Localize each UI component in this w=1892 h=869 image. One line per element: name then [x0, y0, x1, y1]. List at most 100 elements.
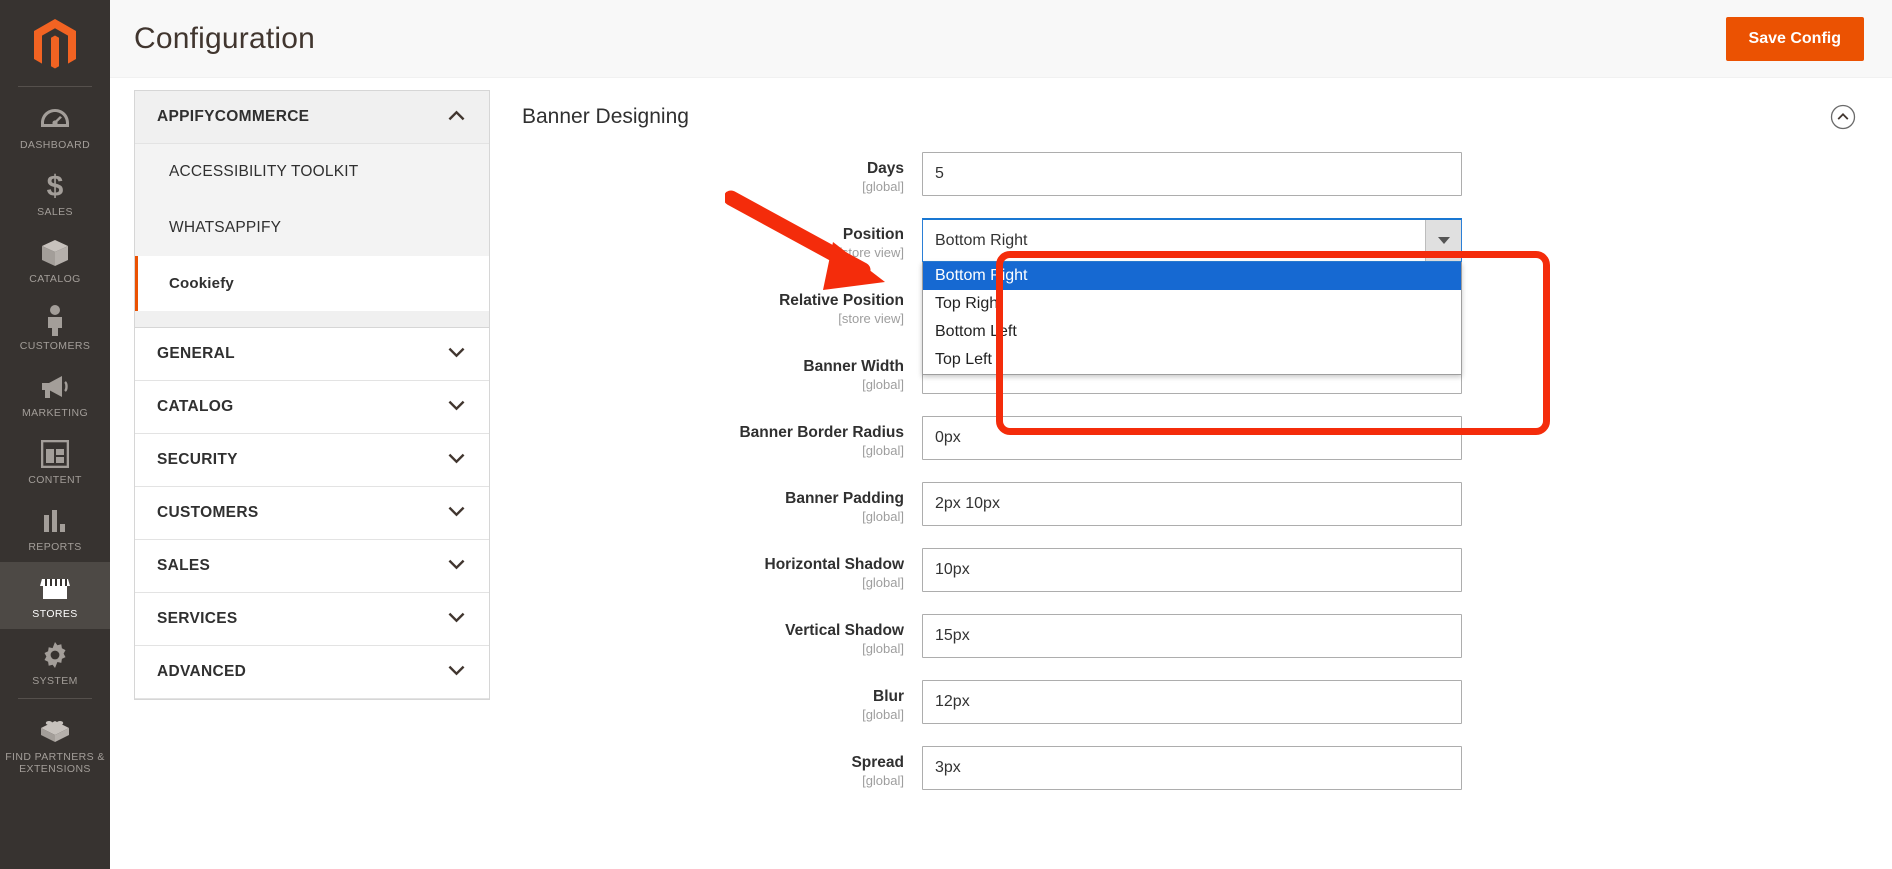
vertical-shadow-input[interactable]: [922, 614, 1462, 658]
nav-header-label: SECURITY: [157, 451, 238, 468]
scope-text: [global]: [862, 575, 904, 590]
nav-header-security[interactable]: SECURITY: [135, 434, 489, 487]
save-config-button[interactable]: Save Config: [1725, 16, 1864, 61]
position-option-bottom-left[interactable]: Bottom Left: [923, 318, 1461, 346]
nav-header-services[interactable]: SERVICES: [135, 593, 489, 646]
nav-group-general: GENERAL CATALOG SECURITY CUSTOMERS SALES…: [134, 327, 490, 700]
scope-text: [store view]: [838, 311, 904, 326]
banner-designing-panel: Banner Designing Days [global] 5 Positio…: [490, 90, 1892, 869]
position-option-top-right[interactable]: Top Right: [923, 290, 1461, 318]
field-label-banner-border-radius: Banner Border Radius [global]: [522, 416, 922, 459]
nav-item-whatsappify[interactable]: WHATSAPPIFY: [135, 200, 489, 256]
position-selected-value: Bottom Right: [935, 231, 1028, 249]
sidebar-item-label: MARKETING: [21, 407, 89, 419]
bar-chart-icon: [42, 505, 68, 537]
scope-text: [global]: [862, 509, 904, 524]
gear-icon: [41, 639, 69, 671]
nav-header-sales[interactable]: SALES: [135, 540, 489, 593]
magento-admin-configuration-page: DASHBOARD $ SALES CATALOG CUSTOMERS MARK…: [0, 0, 1892, 869]
sidebar-item-marketing[interactable]: MARKETING: [0, 361, 110, 428]
nav-item-label: WHATSAPPIFY: [169, 219, 282, 236]
scope-text: [store view]: [838, 245, 904, 260]
field-control-horizontal-shadow: [922, 548, 1462, 592]
rail-divider-bottom: [18, 698, 92, 699]
chevron-down-icon: [448, 663, 465, 681]
nav-header-general[interactable]: GENERAL: [135, 328, 489, 381]
sidebar-item-system[interactable]: SYSTEM: [0, 629, 110, 696]
banner-border-radius-input[interactable]: [922, 416, 1462, 460]
sidebar-item-reports[interactable]: REPORTS: [0, 495, 110, 562]
chevron-up-icon: [448, 108, 465, 126]
person-icon: [44, 304, 66, 336]
label-text: Position: [842, 226, 904, 243]
field-control-vertical-shadow: [922, 614, 1462, 658]
field-control-banner-padding: [922, 482, 1462, 526]
field-control-days: [922, 152, 1462, 196]
section-title: Banner Designing: [522, 105, 689, 128]
nav-item-label: Cookiefy: [169, 275, 234, 292]
label-text: Blur: [873, 688, 904, 705]
sidebar-item-sales[interactable]: $ SALES: [0, 160, 110, 227]
chevron-down-icon: [448, 610, 465, 628]
nav-header-label: CUSTOMERS: [157, 504, 259, 521]
label-text: Horizontal Shadow: [764, 556, 905, 573]
sidebar-item-label: CATALOG: [29, 273, 81, 285]
spread-input[interactable]: [922, 746, 1462, 790]
nav-header-appifycommerce[interactable]: APPIFYCOMMERCE: [135, 91, 489, 144]
label-text: Banner Border Radius: [739, 424, 904, 441]
scope-text: [global]: [862, 377, 904, 392]
field-label-spread: Spread [global]: [522, 746, 922, 789]
nav-header-customers[interactable]: CUSTOMERS: [135, 487, 489, 540]
position-select[interactable]: Bottom Right Bottom Right Top Right Bott…: [922, 218, 1462, 375]
chevron-up-circle-icon[interactable]: [1830, 104, 1856, 130]
scope-text: [global]: [862, 443, 904, 458]
field-label-position: Position [store view]: [522, 218, 922, 261]
section-header: Banner Designing: [522, 90, 1892, 152]
blur-input[interactable]: [922, 680, 1462, 724]
sidebar-item-dashboard[interactable]: DASHBOARD: [0, 93, 110, 160]
field-label-horizontal-shadow: Horizontal Shadow [global]: [522, 548, 922, 591]
banner-padding-input[interactable]: [922, 482, 1462, 526]
field-row-banner-padding: Banner Padding [global]: [522, 482, 1892, 526]
nav-spacer: [135, 311, 489, 327]
label-text: Banner Width: [803, 358, 904, 375]
page-title: Configuration: [134, 21, 316, 55]
chevron-down-icon: [448, 451, 465, 469]
field-row-days: Days [global]: [522, 152, 1892, 196]
field-row-banner-border-radius: Banner Border Radius [global]: [522, 416, 1892, 460]
sidebar-item-customers[interactable]: CUSTOMERS: [0, 294, 110, 361]
field-row-spread: Spread [global]: [522, 746, 1892, 790]
field-row-blur: Blur [global]: [522, 680, 1892, 724]
field-label-blur: Blur [global]: [522, 680, 922, 723]
position-option-bottom-right[interactable]: Bottom Right: [923, 262, 1461, 290]
sidebar-item-catalog[interactable]: CATALOG: [0, 227, 110, 294]
sidebar-item-stores[interactable]: STORES: [0, 562, 110, 629]
scope-text: [global]: [862, 641, 904, 656]
nav-header-advanced[interactable]: ADVANCED: [135, 646, 489, 699]
days-input[interactable]: [922, 152, 1462, 196]
nav-header-catalog[interactable]: CATALOG: [135, 381, 489, 434]
gauge-icon: [40, 103, 70, 135]
nav-item-label: ACCESSIBILITY TOOLKIT: [169, 163, 359, 180]
box-icon: [40, 237, 70, 269]
field-row-vertical-shadow: Vertical Shadow [global]: [522, 614, 1892, 658]
triangle-down-icon[interactable]: [1425, 220, 1461, 261]
position-select-box[interactable]: Bottom Right: [922, 218, 1462, 262]
label-text: Relative Position: [779, 292, 904, 309]
label-text: Vertical Shadow: [785, 622, 904, 639]
nav-header-label: APPIFYCOMMERCE: [157, 108, 310, 125]
page-body: APPIFYCOMMERCE ACCESSIBILITY TOOLKIT WHA…: [110, 78, 1892, 869]
nav-item-cookiefy[interactable]: Cookiefy: [135, 256, 489, 311]
field-label-vertical-shadow: Vertical Shadow [global]: [522, 614, 922, 657]
sidebar-item-content[interactable]: CONTENT: [0, 428, 110, 495]
magento-logo[interactable]: [0, 6, 110, 84]
sidebar-item-find-partners[interactable]: FIND PARTNERS & EXTENSIONS: [0, 705, 110, 784]
horizontal-shadow-input[interactable]: [922, 548, 1462, 592]
position-options-list[interactable]: Bottom Right Top Right Bottom Left Top L…: [922, 262, 1462, 375]
position-option-top-left[interactable]: Top Left: [923, 346, 1461, 374]
label-text: Days: [866, 160, 904, 177]
nav-item-accessibility-toolkit[interactable]: ACCESSIBILITY TOOLKIT: [135, 144, 489, 200]
chevron-down-icon: [448, 504, 465, 522]
field-row-position: Position [store view] Bottom Right Botto…: [522, 218, 1892, 375]
field-control-position: Bottom Right Bottom Right Top Right Bott…: [922, 218, 1462, 375]
